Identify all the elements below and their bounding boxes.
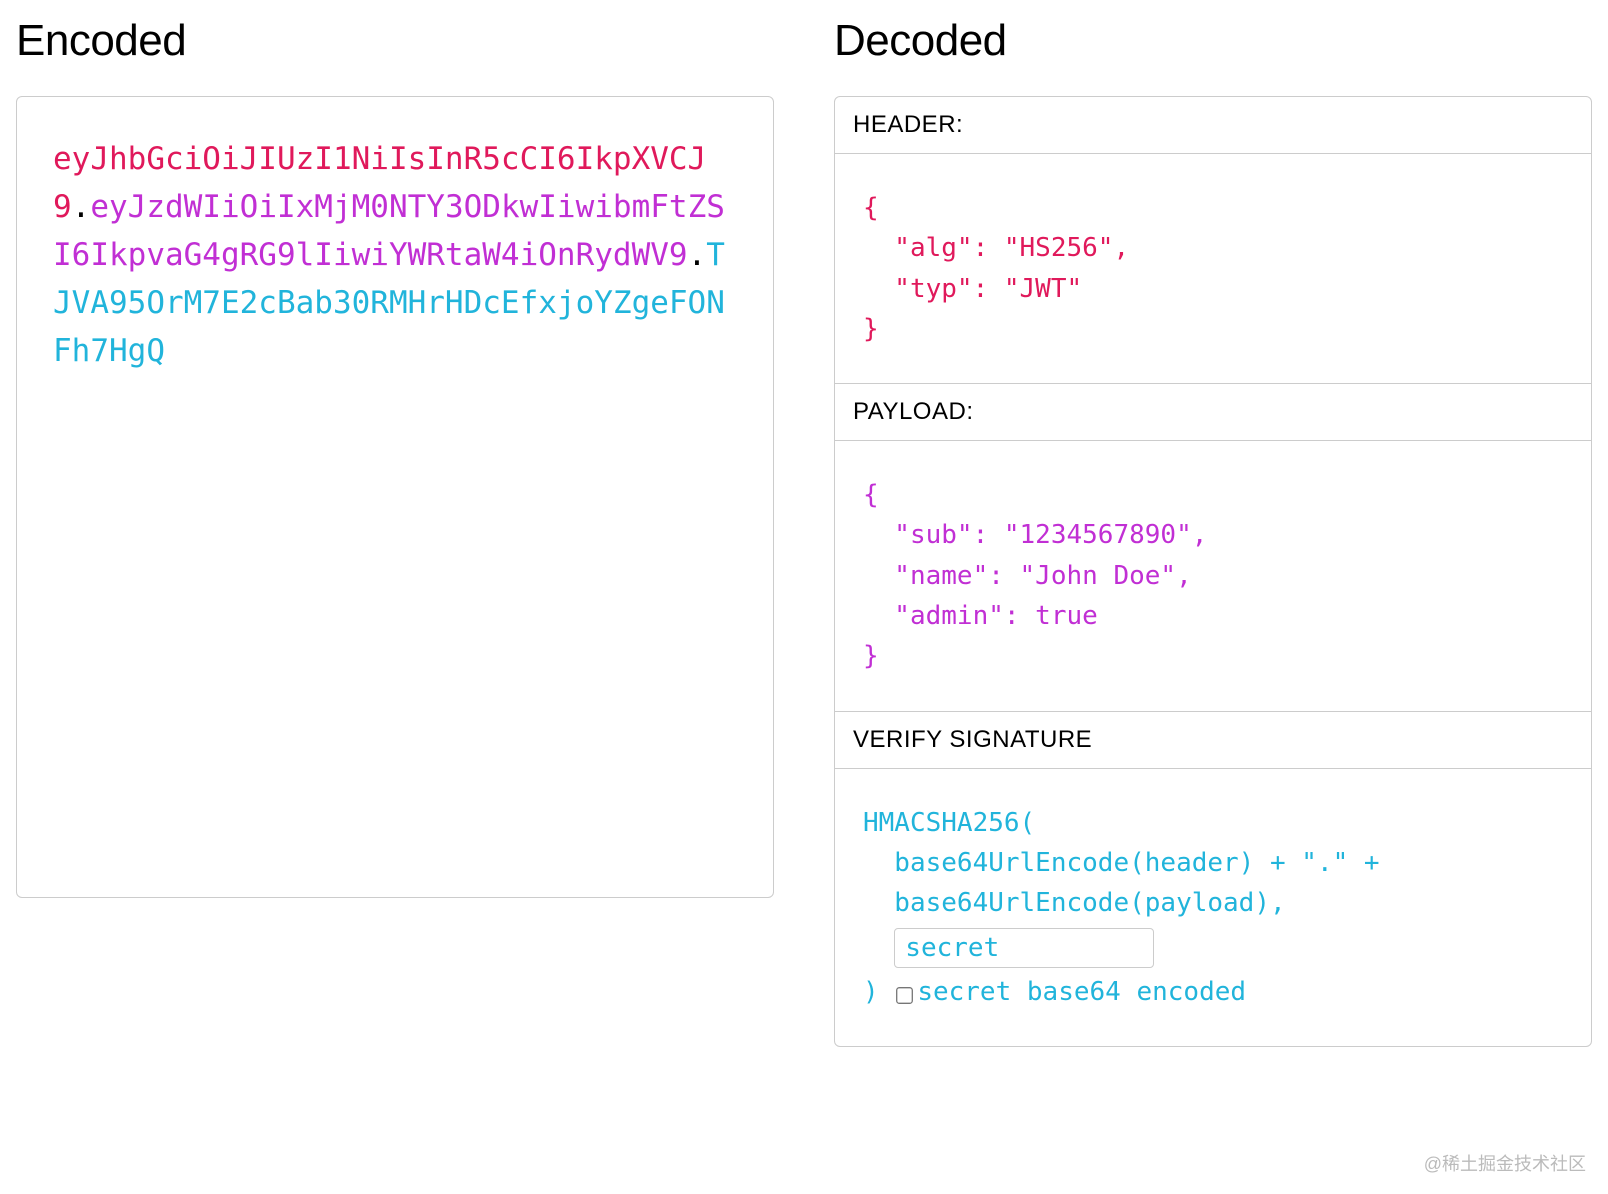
sig-line: base64UrlEncode(header) + "." +	[863, 843, 1563, 883]
sig-line: HMACSHA256(	[863, 803, 1563, 843]
secret-base64-checkbox[interactable]	[896, 987, 913, 1004]
payload-section: PAYLOAD: { "sub": "1234567890", "name": …	[835, 383, 1591, 710]
sig-line: base64UrlEncode(payload),	[863, 883, 1563, 923]
signature-body: HMACSHA256( base64UrlEncode(header) + ".…	[835, 769, 1591, 1046]
token-payload-segment: eyJzdWIiOiIxMjM0NTY3ODkwIiwibmFtZSI6Ikpv…	[53, 189, 725, 273]
encoded-token-editor[interactable]: eyJhbGciOiJIUzI1NiIsInR5cCI6IkpXVCJ9.eyJ…	[17, 97, 773, 897]
decoded-title: Decoded	[834, 16, 1592, 66]
token-dot: .	[688, 237, 707, 273]
encoded-panel: eyJhbGciOiJIUzI1NiIsInR5cCI6IkpXVCJ9.eyJ…	[16, 96, 774, 898]
decoded-column: Decoded HEADER: { "alg": "HS256", "typ":…	[834, 16, 1592, 1047]
sig-line-close: )	[863, 977, 894, 1007]
secret-base64-label: secret base64 encoded	[917, 977, 1246, 1007]
payload-json-editor[interactable]: { "sub": "1234567890", "name": "John Doe…	[835, 441, 1591, 710]
payload-section-label: PAYLOAD:	[835, 384, 1591, 441]
signature-section-label: VERIFY SIGNATURE	[835, 712, 1591, 769]
header-section-label: HEADER:	[835, 97, 1591, 154]
header-section: HEADER: { "alg": "HS256", "typ": "JWT" }	[835, 97, 1591, 383]
encoded-title: Encoded	[16, 16, 774, 66]
watermark: @稀土掘金技术社区	[1424, 1150, 1586, 1176]
secret-input[interactable]	[894, 928, 1154, 968]
header-json-editor[interactable]: { "alg": "HS256", "typ": "JWT" }	[835, 154, 1591, 383]
encoded-column: Encoded eyJhbGciOiJIUzI1NiIsInR5cCI6IkpX…	[16, 16, 774, 1047]
token-dot: .	[72, 189, 91, 225]
signature-section: VERIFY SIGNATURE HMACSHA256( base64UrlEn…	[835, 711, 1591, 1046]
decoded-panel: HEADER: { "alg": "HS256", "typ": "JWT" }…	[834, 96, 1592, 1047]
